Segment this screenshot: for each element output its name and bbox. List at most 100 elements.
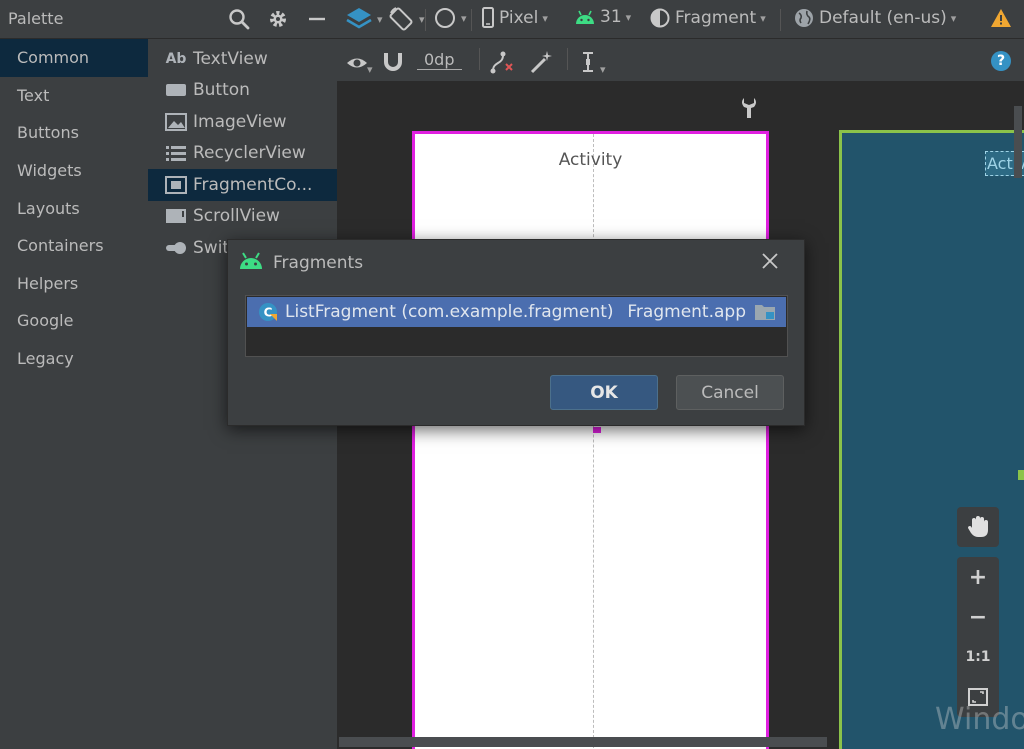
phone-icon xyxy=(482,7,494,28)
widget-label: ScrollView xyxy=(193,206,280,227)
palette-title: Palette xyxy=(8,9,64,28)
module-folder-icon xyxy=(754,303,776,321)
chevron-down-icon: ▾ xyxy=(461,11,467,25)
zoom-out-button[interactable]: − xyxy=(957,597,999,637)
widget-button[interactable]: Button xyxy=(148,75,337,107)
gear-icon[interactable] xyxy=(265,6,291,32)
chevron-down-icon: ▾ xyxy=(760,11,766,25)
list-item[interactable]: C ListFragment (com.example.fragment) Fr… xyxy=(247,297,786,327)
fragments-dialog: Fragments C ListFragment (com.example.fr… xyxy=(227,239,805,426)
close-icon[interactable] xyxy=(760,251,780,271)
infer-constraints-button[interactable] xyxy=(529,49,555,75)
minimize-icon[interactable] xyxy=(304,6,330,32)
widget-textview[interactable]: Ab TextView xyxy=(148,43,337,75)
scrollview-icon xyxy=(165,207,187,225)
chevron-down-icon: ▾ xyxy=(377,12,383,26)
layout-options-toolbar: ▾ 0dp ▾ ? xyxy=(337,39,1024,82)
default-margin-selector[interactable]: 0dp xyxy=(417,50,462,70)
horizontal-scrollbar[interactable] xyxy=(339,737,827,747)
guidelines-button[interactable]: ▾ xyxy=(580,49,606,76)
widget-label: ImageView xyxy=(193,111,287,132)
night-mode-toggle[interactable]: ▾ xyxy=(433,6,467,30)
layout-editor-toolbar: ▾ ▾ ▾ Pixel ▾ 31 ▾ Fragment ▾ Default (e… xyxy=(337,0,1024,39)
theme-circle-icon xyxy=(435,8,455,28)
theme-icon xyxy=(650,8,670,28)
palette-categories: Common Text Buttons Widgets Layouts Cont… xyxy=(0,39,148,749)
zoom-in-button[interactable]: + xyxy=(957,557,999,597)
widget-label: TextView xyxy=(193,48,268,69)
help-icon[interactable]: ? xyxy=(991,51,1011,71)
constraint-handle[interactable] xyxy=(593,427,601,433)
category-widgets[interactable]: Widgets xyxy=(0,152,148,190)
autoconnect-toggle[interactable] xyxy=(382,50,404,72)
design-surface-toggle[interactable]: ▾ xyxy=(345,5,383,33)
locale-label: Default (en-us) xyxy=(819,8,947,28)
warning-icon[interactable] xyxy=(990,8,1012,28)
clear-constraints-icon xyxy=(490,51,513,74)
center-guideline xyxy=(593,134,594,749)
rotate-icon xyxy=(389,7,413,31)
category-legacy[interactable]: Legacy xyxy=(0,340,148,378)
category-common[interactable]: Common xyxy=(0,39,148,77)
design-surface[interactable]: Activity xyxy=(412,131,769,749)
chevron-down-icon: ▾ xyxy=(367,63,373,76)
textview-icon: Ab xyxy=(165,50,187,67)
clear-constraints-button[interactable] xyxy=(489,49,517,75)
category-buttons[interactable]: Buttons xyxy=(0,114,148,152)
fragmentcontainer-icon xyxy=(165,175,187,194)
layers-icon xyxy=(346,8,372,29)
imageview-icon xyxy=(165,112,187,131)
magnet-icon xyxy=(384,53,402,71)
theme-selector[interactable]: Fragment ▾ xyxy=(649,7,766,29)
pan-button[interactable] xyxy=(957,507,999,547)
globe-icon xyxy=(795,9,813,27)
fragment-name: ListFragment (com.example.fragment) xyxy=(285,302,614,322)
fragment-list[interactable]: C ListFragment (com.example.fragment) Fr… xyxy=(245,295,788,357)
switch-icon xyxy=(165,241,187,255)
button-icon xyxy=(165,82,187,98)
api-level: 31 xyxy=(600,7,622,27)
view-options-button[interactable]: ▾ xyxy=(345,49,373,76)
palette-header: Palette xyxy=(0,0,337,39)
chevron-down-icon: ▾ xyxy=(600,63,606,76)
widget-scrollview[interactable]: ScrollView xyxy=(148,201,337,233)
fragment-module: Fragment.app xyxy=(627,302,746,322)
widget-imageview[interactable]: ImageView xyxy=(148,106,337,138)
chevron-down-icon: ▾ xyxy=(542,11,548,25)
blueprint-handle[interactable] xyxy=(1018,470,1024,480)
category-layouts[interactable]: Layouts xyxy=(0,189,148,227)
dialog-title: Fragments xyxy=(273,253,364,273)
device-label: Pixel xyxy=(499,8,539,28)
activation-watermark: Windo xyxy=(935,702,1024,737)
widget-recyclerview[interactable]: RecyclerView xyxy=(148,138,337,170)
api-selector[interactable]: 31 ▾ xyxy=(574,7,631,27)
theme-label: Fragment xyxy=(675,8,757,28)
device-selector[interactable]: Pixel ▾ xyxy=(481,7,548,29)
wrench-icon[interactable] xyxy=(740,96,758,124)
recyclerview-icon xyxy=(165,144,187,162)
orientation-toggle[interactable]: ▾ xyxy=(387,5,425,33)
android-icon xyxy=(238,251,264,275)
cancel-button[interactable]: Cancel xyxy=(676,375,784,410)
margin-value: 0dp xyxy=(417,50,462,70)
vertical-scrollbar[interactable] xyxy=(1014,106,1022,178)
magic-wand-icon xyxy=(530,51,552,74)
search-icon[interactable] xyxy=(226,6,252,32)
widget-label: FragmentCo... xyxy=(193,174,313,195)
widget-label: Button xyxy=(193,80,250,101)
actual-size-button[interactable]: 1:1 xyxy=(957,637,999,677)
locale-selector[interactable]: Default (en-us) ▾ xyxy=(793,7,956,29)
widget-fragmentcontainerview[interactable]: FragmentCo... xyxy=(148,169,337,201)
chevron-down-icon: ▾ xyxy=(625,10,632,24)
widget-label: RecyclerView xyxy=(193,143,306,164)
hand-icon xyxy=(968,516,988,537)
category-google[interactable]: Google xyxy=(0,302,148,340)
ok-button[interactable]: OK xyxy=(550,375,658,410)
category-containers[interactable]: Containers xyxy=(0,227,148,265)
svg-text:C: C xyxy=(264,306,273,320)
android-icon xyxy=(576,10,594,24)
category-helpers[interactable]: Helpers xyxy=(0,265,148,303)
category-text[interactable]: Text xyxy=(0,77,148,115)
dialog-title-bar[interactable]: Fragments xyxy=(228,240,804,284)
activity-label: Activity xyxy=(558,150,623,170)
